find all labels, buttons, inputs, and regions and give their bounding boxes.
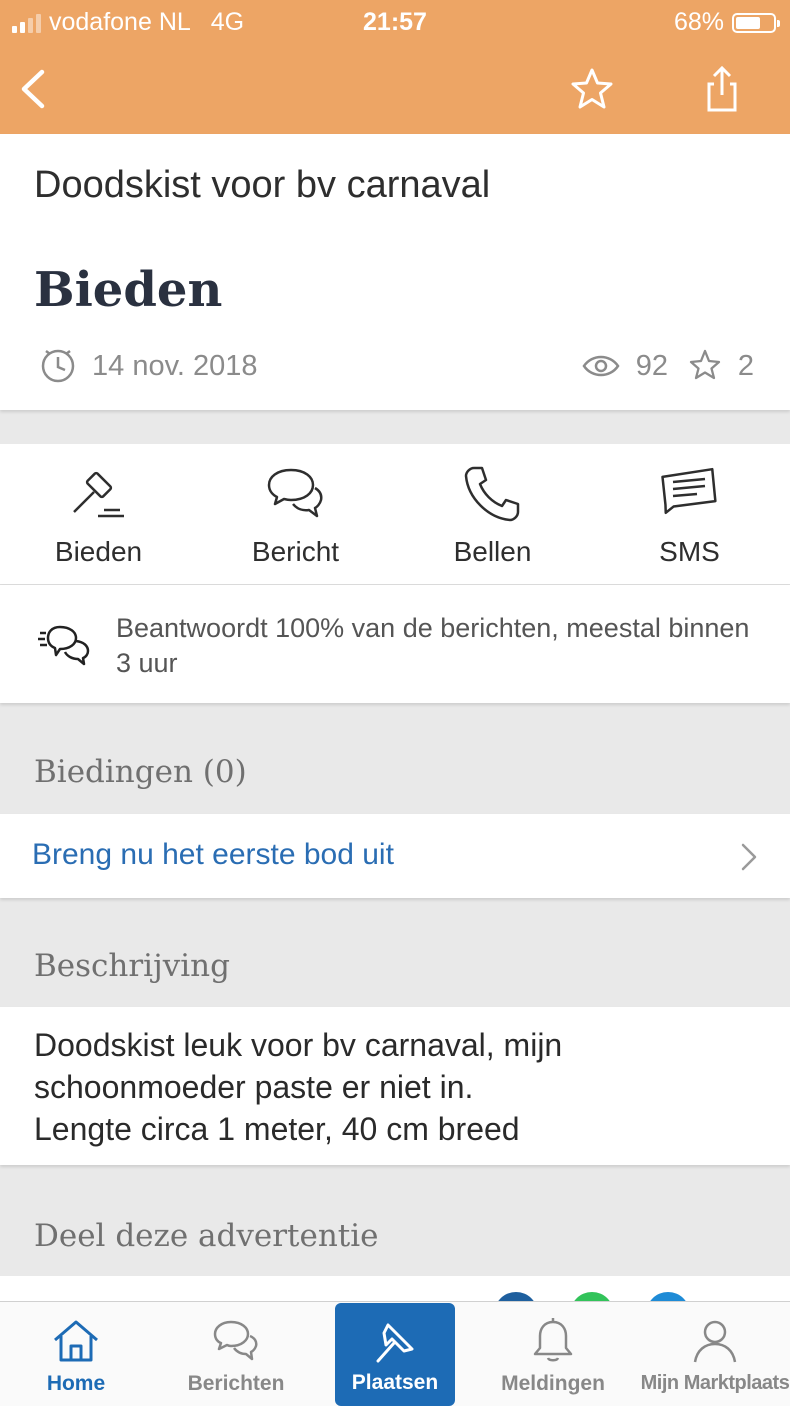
bids-heading: Biedingen (0) <box>34 754 247 790</box>
star-outline-icon <box>571 68 613 109</box>
battery-percent: 68% <box>673 8 724 36</box>
tab-bar: Home Berichten Plaatsen Meldingen Mijn M… <box>0 1301 790 1406</box>
chevron-right-icon <box>741 843 757 871</box>
tab-berichten-label: Berichten <box>187 1372 285 1395</box>
description-line: Doodskist leuk voor bv carnaval, mijn <box>34 1027 563 1063</box>
tab-home-label: Home <box>46 1372 106 1395</box>
clock-icon <box>41 349 75 383</box>
eye-icon <box>582 355 620 377</box>
clock: 21:57 <box>363 8 427 36</box>
listing-meta: 14 nov. 2018 92 2 <box>40 348 760 388</box>
sms-action-label: SMS <box>659 536 720 567</box>
description-line: schoonmoeder paste er niet in. <box>34 1069 474 1105</box>
battery-indicator: 68% <box>673 8 780 37</box>
response-rate-info: Beantwoordt 100% van de berichten, meest… <box>0 585 790 703</box>
listing-date: 14 nov. 2018 <box>92 350 258 382</box>
tab-plaatsen-label: Plaatsen <box>351 1371 439 1394</box>
pin-icon <box>376 1323 414 1363</box>
battery-icon <box>732 12 780 33</box>
bid-action-button[interactable]: Bieden <box>0 444 197 584</box>
call-action-label: Bellen <box>453 536 532 567</box>
status-bar: vodafone NL 4G 21:57 68% <box>0 0 790 44</box>
gavel-icon <box>73 471 124 518</box>
listing-header: Doodskist voor bv carnaval Bieden 14 nov… <box>0 134 790 410</box>
description-line: Lengte circa 1 meter, 40 cm breed <box>34 1111 520 1147</box>
bid-action-label: Bieden <box>54 536 143 567</box>
tab-mijn-marktplaats[interactable]: Mijn Marktplaats <box>640 1302 790 1406</box>
star-outline-icon <box>689 349 721 380</box>
description-heading: Beschrijving <box>34 948 230 984</box>
chevron-left-icon <box>21 69 45 109</box>
sms-icon <box>661 467 717 515</box>
favorite-button[interactable] <box>567 64 617 114</box>
listing-price: Bieden <box>34 262 223 318</box>
response-rate-text: Beantwoordt 100% van de berichten, meest… <box>116 613 750 678</box>
user-icon <box>693 1320 737 1363</box>
fast-reply-icon <box>38 625 90 666</box>
tab-meldingen-label: Meldingen <box>501 1372 605 1395</box>
tab-berichten[interactable]: Berichten <box>158 1302 314 1406</box>
view-count: 92 <box>635 350 668 382</box>
tab-mijn-marktplaats-label: Mijn Marktplaats <box>640 1372 790 1394</box>
nav-bar <box>0 44 790 134</box>
message-action-button[interactable]: Bericht <box>197 444 394 584</box>
favorite-count: 2 <box>737 350 754 382</box>
share-icon <box>707 65 737 112</box>
place-first-bid-row[interactable]: Breng nu het eerste bod uit <box>0 814 790 898</box>
back-button[interactable] <box>12 64 62 114</box>
home-icon <box>54 1320 98 1362</box>
place-first-bid-link[interactable]: Breng nu het eerste bod uit <box>32 838 394 872</box>
description-body: Doodskist leuk voor bv carnaval, mijn sc… <box>0 1007 790 1165</box>
chat-bubbles-icon <box>213 1320 258 1361</box>
call-action-button[interactable]: Bellen <box>394 444 591 584</box>
message-action-label: Bericht <box>251 536 340 567</box>
listing-title: Doodskist voor bv carnaval <box>34 164 491 206</box>
share-heading: Deel deze advertentie <box>34 1218 379 1254</box>
phone-icon <box>464 466 520 522</box>
share-button[interactable] <box>697 64 747 114</box>
contact-actions: Bieden Bericht Bellen SMS <box>0 444 790 585</box>
chat-bubbles-icon <box>267 468 323 518</box>
bell-icon <box>533 1318 573 1362</box>
tab-plaatsen[interactable]: Plaatsen <box>335 1303 455 1406</box>
tab-home[interactable]: Home <box>0 1302 152 1406</box>
tab-meldingen[interactable]: Meldingen <box>476 1302 630 1406</box>
sms-action-button[interactable]: SMS <box>591 444 788 584</box>
